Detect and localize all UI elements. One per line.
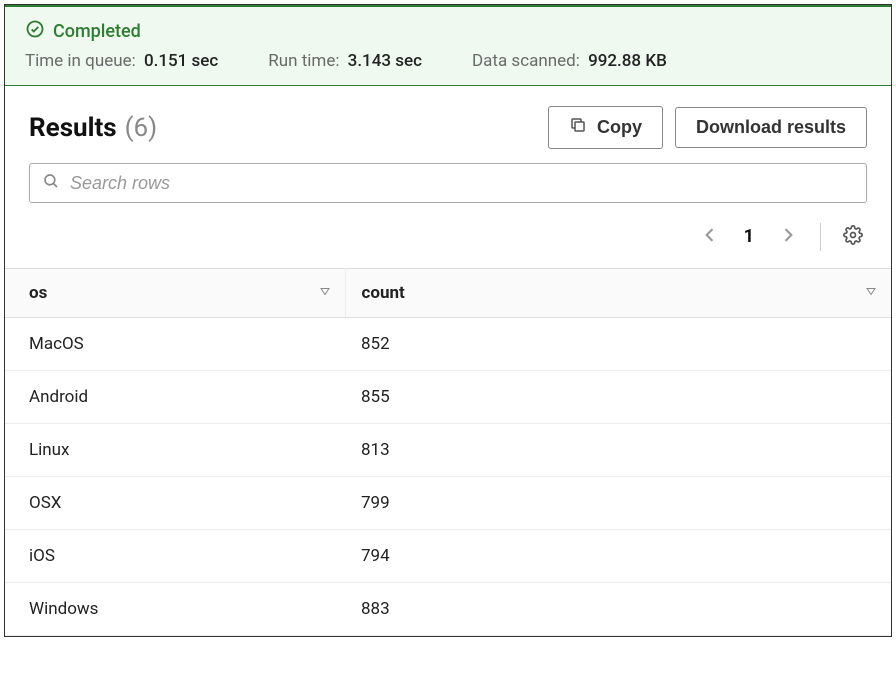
queue-label: Time in queue: bbox=[25, 51, 136, 71]
divider bbox=[820, 223, 821, 251]
runtime-label: Run time: bbox=[268, 51, 339, 71]
results-title: Results bbox=[29, 113, 117, 143]
column-header-count[interactable]: count bbox=[345, 269, 891, 318]
status-label: Completed bbox=[53, 21, 141, 42]
search-input[interactable] bbox=[70, 173, 854, 194]
scanned-value: 992.88 KB bbox=[588, 51, 667, 71]
page-number: 1 bbox=[738, 226, 760, 247]
table-row: iOS794 bbox=[5, 530, 891, 583]
gear-icon bbox=[843, 225, 863, 248]
pager: 1 bbox=[5, 217, 891, 268]
next-page-button[interactable] bbox=[774, 221, 802, 252]
prev-page-button[interactable] bbox=[696, 221, 724, 252]
cell-os: OSX bbox=[5, 477, 345, 530]
table-row: OSX799 bbox=[5, 477, 891, 530]
cell-count: 799 bbox=[345, 477, 891, 530]
cell-os: Linux bbox=[5, 424, 345, 477]
table-row: Windows883 bbox=[5, 583, 891, 636]
cell-count: 883 bbox=[345, 583, 891, 636]
scanned-label: Data scanned: bbox=[472, 51, 580, 71]
results-table: os count MacOS852Android855Linux813OSX79… bbox=[5, 268, 891, 636]
cell-os: iOS bbox=[5, 530, 345, 583]
table-row: Android855 bbox=[5, 371, 891, 424]
filter-icon[interactable] bbox=[865, 283, 877, 303]
column-label: os bbox=[29, 283, 47, 303]
table-row: Linux813 bbox=[5, 424, 891, 477]
copy-button[interactable]: Copy bbox=[548, 106, 663, 149]
queue-value: 0.151 sec bbox=[144, 51, 218, 71]
status-bar: Completed Time in queue: 0.151 sec Run t… bbox=[5, 5, 891, 86]
cell-count: 855 bbox=[345, 371, 891, 424]
check-circle-icon bbox=[25, 19, 45, 43]
search-icon bbox=[42, 172, 60, 194]
cell-count: 813 bbox=[345, 424, 891, 477]
search-box[interactable] bbox=[29, 163, 867, 203]
column-header-os[interactable]: os bbox=[5, 269, 345, 318]
download-label: Download results bbox=[696, 117, 846, 138]
cell-count: 852 bbox=[345, 318, 891, 371]
runtime-stat: Run time: 3.143 sec bbox=[268, 51, 422, 71]
results-count: (6) bbox=[125, 113, 158, 143]
cell-count: 794 bbox=[345, 530, 891, 583]
settings-button[interactable] bbox=[839, 221, 867, 252]
chevron-left-icon bbox=[700, 225, 720, 248]
results-header: Results (6) Copy Download results bbox=[5, 86, 891, 163]
copy-icon bbox=[569, 116, 587, 139]
table-row: MacOS852 bbox=[5, 318, 891, 371]
cell-os: MacOS bbox=[5, 318, 345, 371]
cell-os: Windows bbox=[5, 583, 345, 636]
results-panel: Completed Time in queue: 0.151 sec Run t… bbox=[4, 4, 892, 637]
copy-label: Copy bbox=[597, 117, 642, 138]
runtime-value: 3.143 sec bbox=[348, 51, 422, 71]
cell-os: Android bbox=[5, 371, 345, 424]
chevron-right-icon bbox=[778, 225, 798, 248]
filter-icon[interactable] bbox=[319, 283, 331, 303]
download-button[interactable]: Download results bbox=[675, 107, 867, 148]
column-label: count bbox=[362, 283, 405, 303]
queue-stat: Time in queue: 0.151 sec bbox=[25, 51, 218, 71]
scanned-stat: Data scanned: 992.88 KB bbox=[472, 51, 667, 71]
